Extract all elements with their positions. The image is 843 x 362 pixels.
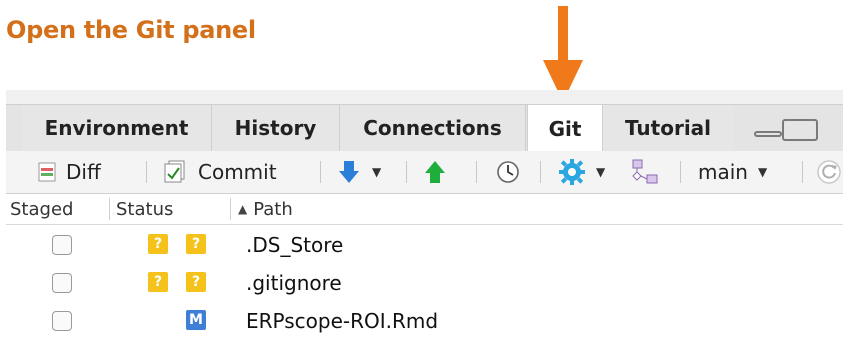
status-untracked-badge: ?	[148, 272, 168, 292]
file-path: ERPscope-ROI.Rmd	[246, 309, 439, 333]
file-row[interactable]: ? ? .gitignore	[6, 264, 843, 302]
history-button[interactable]	[496, 151, 520, 193]
gear-icon	[559, 159, 585, 185]
file-list-header: Staged Status ▲ Path	[6, 194, 843, 225]
push-button[interactable]	[424, 151, 446, 193]
chevron-down-icon: ▼	[372, 165, 382, 179]
commit-button[interactable]: Commit	[164, 151, 277, 193]
diff-button[interactable]: Diff	[38, 151, 101, 193]
column-header-staged[interactable]: Staged	[10, 194, 73, 224]
tab-history[interactable]: History	[212, 105, 340, 151]
pull-button[interactable]: ▼	[338, 151, 381, 193]
tab-tutorial[interactable]: Tutorial	[603, 105, 733, 151]
commit-icon	[164, 160, 185, 183]
status-modified-badge: M	[186, 310, 206, 330]
column-header-path[interactable]: ▲ Path	[238, 194, 293, 224]
status-untracked-badge: ?	[186, 234, 206, 254]
clock-icon	[497, 161, 519, 183]
chevron-down-icon: ▼	[596, 165, 606, 179]
more-button[interactable]: ▼	[558, 151, 605, 193]
status-untracked-badge: ?	[148, 234, 168, 254]
tab-connections[interactable]: Connections	[340, 105, 526, 151]
pull-down-arrow-icon	[339, 161, 359, 183]
file-row[interactable]: ? ? .DS_Store	[6, 226, 843, 264]
tab-environment[interactable]: Environment	[22, 105, 212, 151]
pane-tab-bar: Environment History Connections Git Tuto…	[6, 104, 843, 152]
branch-icon	[632, 159, 658, 184]
refresh-icon	[817, 160, 841, 184]
refresh-button[interactable]	[816, 151, 842, 193]
staged-checkbox[interactable]	[52, 235, 72, 255]
branch-select[interactable]: main ▼	[698, 151, 767, 193]
tab-git[interactable]: Git	[527, 104, 603, 152]
maximize-pane-icon[interactable]	[782, 119, 818, 141]
chevron-down-icon: ▼	[757, 165, 768, 179]
diff-icon	[38, 162, 56, 182]
git-toolbar: Diff Commit ▼ ▼ main ▼	[6, 151, 843, 194]
staged-checkbox[interactable]	[52, 311, 72, 331]
status-untracked-badge: ?	[186, 272, 206, 292]
instruction-heading: Open the Git panel	[6, 16, 256, 44]
column-header-status[interactable]: Status	[116, 194, 173, 224]
push-up-arrow-icon	[425, 161, 445, 183]
file-row[interactable]: M ERPscope-ROI.Rmd	[6, 302, 843, 340]
git-pane: Environment History Connections Git Tuto…	[6, 90, 843, 362]
file-path: .gitignore	[246, 271, 342, 295]
file-path: .DS_Store	[246, 233, 344, 257]
staged-checkbox[interactable]	[52, 273, 72, 293]
minimize-pane-icon[interactable]	[754, 131, 782, 137]
new-branch-button[interactable]	[632, 151, 658, 193]
sort-ascending-icon: ▲	[238, 202, 248, 216]
